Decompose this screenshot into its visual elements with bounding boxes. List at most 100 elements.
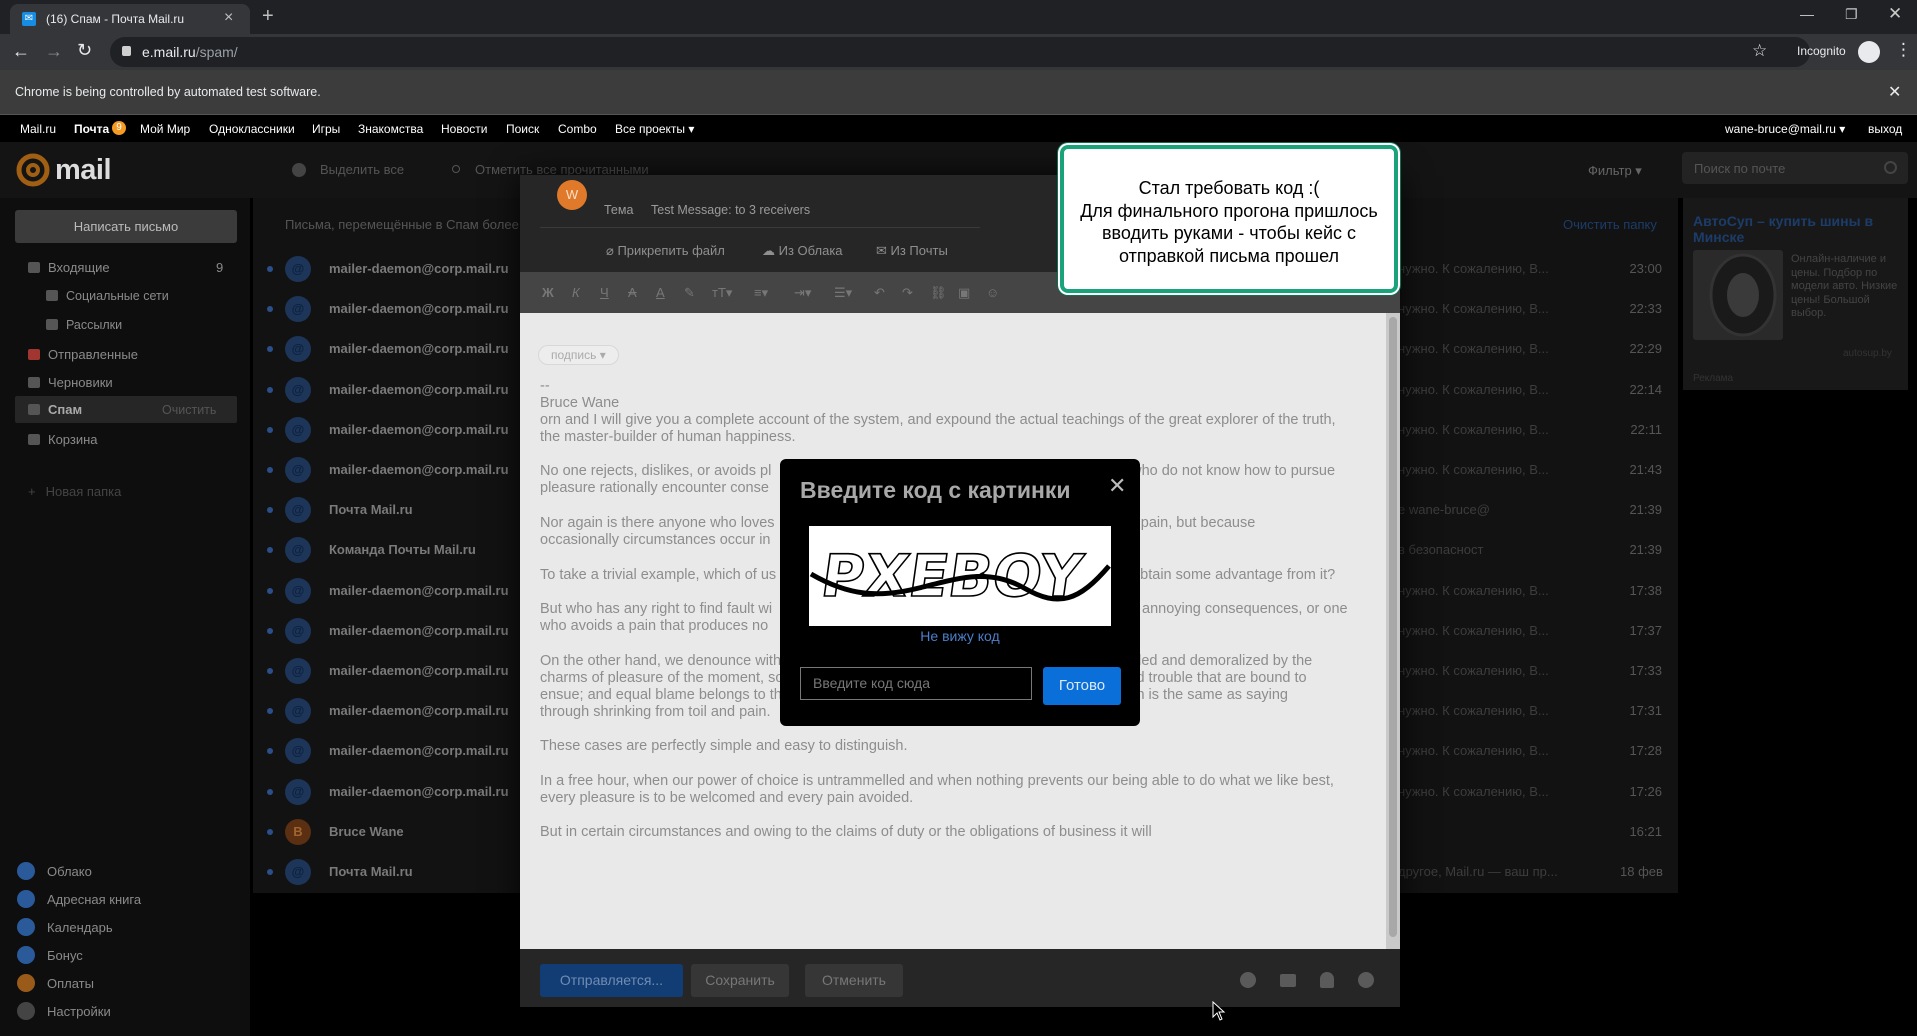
cancel-button[interactable]: Отменить <box>805 964 903 997</box>
captcha-submit-button[interactable]: Готово <box>1043 667 1121 705</box>
browser-tab[interactable]: ✉ (16) Спам - Почта Mail.ru × <box>10 4 250 34</box>
select-all-checkbox[interactable] <box>292 163 306 177</box>
nav-search[interactable]: Поиск <box>506 122 539 136</box>
text-color-icon[interactable]: A <box>656 285 665 300</box>
nav-games[interactable]: Игры <box>312 122 340 136</box>
tool-payments[interactable]: Оплаты <box>17 974 94 992</box>
unread-dot-icon[interactable] <box>267 869 273 875</box>
tool-cloud[interactable]: Облако <box>17 862 92 880</box>
nav-news[interactable]: Новости <box>441 122 487 136</box>
unread-dot-icon[interactable] <box>267 467 273 473</box>
unread-dot-icon[interactable] <box>267 266 273 272</box>
bookmark-star-icon[interactable]: ☆ <box>1752 41 1767 61</box>
underline-icon[interactable]: Ч <box>600 285 609 300</box>
mail-logo[interactable]: mail <box>15 152 112 188</box>
emoji-icon[interactable]: ☺ <box>986 285 999 300</box>
unread-dot-icon[interactable] <box>267 507 273 514</box>
search-input[interactable]: Поиск по почте <box>1682 152 1908 184</box>
nav-pochta[interactable]: Почта <box>74 122 109 136</box>
spam-clear-link[interactable]: Очистить <box>162 403 216 417</box>
folder-spam[interactable]: Спам <box>28 402 82 417</box>
align-icon[interactable]: ≡▾ <box>754 285 768 301</box>
compose-button[interactable]: Написать письмо <box>15 210 237 243</box>
list-icon[interactable]: ☰▾ <box>834 285 852 301</box>
infobar-close-icon[interactable]: ✕ <box>1888 82 1901 102</box>
folder-newsletters[interactable]: Рассылки <box>46 318 122 332</box>
logout-link[interactable]: выход <box>1868 122 1902 136</box>
minimize-icon[interactable]: — <box>1800 6 1814 22</box>
tool-addressbook[interactable]: Адресная книга <box>17 890 141 908</box>
from-mail-button[interactable]: ✉ Из Почты <box>876 243 948 259</box>
nav-all-projects[interactable]: Все проекты ▾ <box>615 122 694 136</box>
new-folder-link[interactable]: + Новая папка <box>28 484 121 499</box>
unread-dot-icon[interactable] <box>267 547 273 554</box>
close-icon[interactable]: ✕ <box>1108 473 1126 499</box>
captcha-code-input[interactable]: Введите код сюда <box>800 667 1032 700</box>
redo-icon[interactable]: ↷ <box>902 285 913 301</box>
folder-drafts[interactable]: Черновики <box>28 375 113 390</box>
menu-dots-icon[interactable]: ⋮ <box>1895 40 1912 60</box>
window-close-icon[interactable]: ✕ <box>1888 4 1902 24</box>
highlight-icon[interactable]: ✎ <box>684 285 695 301</box>
unread-dot-icon[interactable] <box>267 426 273 433</box>
undo-icon[interactable]: ↶ <box>874 285 885 301</box>
address-bar[interactable]: e.mail.ru/spam/ ☆ <box>110 37 1810 67</box>
unread-dot-icon[interactable] <box>267 748 273 755</box>
link-icon[interactable]: ⛓ <box>930 285 947 301</box>
important-icon[interactable] <box>1240 972 1256 988</box>
editor-scrollbar[interactable] <box>1386 313 1400 949</box>
unread-dot-icon[interactable] <box>267 587 273 594</box>
nav-mailru[interactable]: Mail.ru <box>20 122 56 136</box>
unread-dot-icon[interactable] <box>267 627 273 634</box>
unread-dot-icon[interactable] <box>267 708 273 715</box>
tool-settings[interactable]: Настройки <box>17 1002 111 1020</box>
tool-bonus[interactable]: Бонус <box>17 946 83 964</box>
new-tab-icon[interactable]: + <box>262 5 274 28</box>
unread-dot-icon[interactable] <box>267 788 273 795</box>
cant-see-code-link[interactable]: Не вижу код <box>780 628 1140 644</box>
notify-icon[interactable] <box>1280 974 1296 987</box>
italic-icon[interactable]: К <box>572 285 580 300</box>
nav-odnoklassniki[interactable]: Одноклассники <box>209 122 295 136</box>
unread-dot-icon[interactable] <box>267 386 273 393</box>
folder-sent[interactable]: Отправленные <box>28 347 138 362</box>
signature-chip[interactable]: подпись ▾ <box>538 345 619 365</box>
tab-close-icon[interactable]: × <box>224 9 233 27</box>
indent-icon[interactable]: ⇥▾ <box>794 285 811 301</box>
subject-field[interactable]: Test Message: to 3 receivers <box>651 203 810 217</box>
ad-title[interactable]: АвтоСуп – купить шины в Минске <box>1693 213 1898 245</box>
restore-icon[interactable]: ❐ <box>1845 6 1858 23</box>
folder-trash[interactable]: Корзина <box>28 432 98 447</box>
folder-inbox[interactable]: Входящие <box>28 260 110 275</box>
schedule-icon[interactable] <box>1358 972 1374 988</box>
clear-folder-link[interactable]: Очистить папку <box>1563 217 1657 232</box>
from-cloud-button[interactable]: ☁ Из Облака <box>762 243 843 259</box>
unread-dot-icon[interactable] <box>267 306 273 313</box>
nav-dating[interactable]: Знакомства <box>358 122 423 136</box>
bold-icon[interactable]: Ж <box>542 285 554 300</box>
image-icon[interactable]: ▣ <box>958 285 970 301</box>
reminder-icon[interactable] <box>1320 972 1334 988</box>
unread-dot-icon[interactable] <box>267 668 273 674</box>
attach-file-button[interactable]: ⌀ Прикрепить файл <box>606 243 725 259</box>
filter-dropdown[interactable]: Фильтр ▾ <box>1588 163 1642 179</box>
save-button[interactable]: Сохранить <box>691 964 789 997</box>
strike-icon[interactable]: А <box>628 285 637 300</box>
unread-dot-icon[interactable] <box>267 346 273 353</box>
font-size-icon[interactable]: тТ▾ <box>712 285 732 301</box>
select-all-label[interactable]: Выделить все <box>320 162 404 177</box>
unread-dot-icon[interactable] <box>267 828 273 835</box>
ad-block[interactable]: АвтоСуп – купить шины в Минске Онлайн-на… <box>1683 198 1908 390</box>
scrollbar-thumb[interactable] <box>1389 317 1397 937</box>
tool-calendar[interactable]: Календарь <box>17 918 113 936</box>
nav-combo[interactable]: Combo <box>558 122 597 136</box>
search-icon[interactable] <box>1884 161 1897 174</box>
back-icon[interactable]: ← <box>12 41 30 62</box>
reload-icon[interactable]: ↻ <box>77 40 92 61</box>
folder-social[interactable]: Социальные сети <box>46 289 169 303</box>
nav-moi-mir[interactable]: Мой Мир <box>140 122 190 136</box>
user-email[interactable]: wane-bruce@mail.ru ▾ <box>1725 122 1845 136</box>
send-button[interactable]: Отправляется... <box>540 964 683 997</box>
forward-icon[interactable]: → <box>45 41 63 62</box>
incognito-icon[interactable] <box>1858 41 1880 63</box>
